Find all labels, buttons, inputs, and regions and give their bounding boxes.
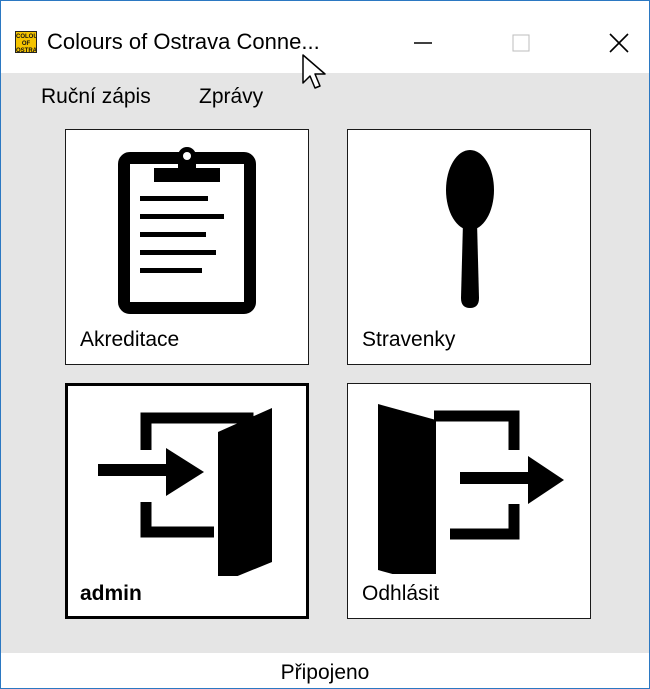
menu-rucni-zapis[interactable]: Ruční zápis [41,85,151,109]
tile-stravenky[interactable]: Stravenky [347,129,591,365]
tile-label: Akreditace [80,328,180,351]
spoon-icon [446,150,494,308]
tile-label: Stravenky [362,328,456,351]
menu-zpravy[interactable]: Zprávy [199,85,263,109]
maximize-icon [512,34,530,52]
login-door-icon [98,408,272,576]
minimize-icon [414,42,432,44]
tile-odhlasit[interactable]: Odhlásit [347,383,591,619]
tile-label: Odhlásit [362,582,440,605]
close-button[interactable] [589,21,649,65]
minimize-button[interactable] [393,21,453,65]
app-logo-icon: COLOURS OF OSTRAVA [15,31,37,53]
window-title: Colours of Ostrava Conne... [47,29,320,54]
app-window: COLOURS OF OSTRAVA Colours of Ostrava Co… [0,0,650,689]
clipboard-icon [118,147,256,314]
maximize-button[interactable] [491,21,551,65]
tile-admin[interactable]: admin [65,383,309,619]
tile-label: admin [80,582,142,605]
connection-status: Připojeno [280,661,370,684]
close-icon [609,33,629,53]
logout-door-icon [378,404,564,574]
mouse-cursor-icon [302,54,326,89]
tile-akreditace[interactable]: Akreditace [65,129,309,365]
